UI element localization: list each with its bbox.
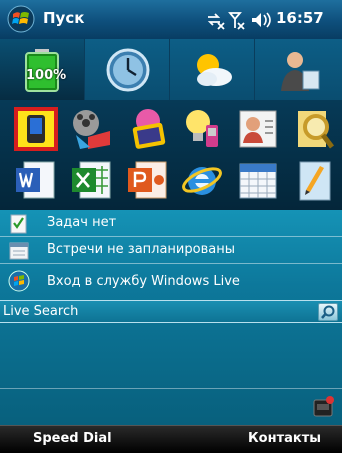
tab-battery[interactable]: 100% (0, 39, 85, 100)
tasks-item[interactable]: Задач нет (0, 210, 342, 237)
contacts-icon (281, 52, 320, 91)
start-flag-icon[interactable] (7, 5, 35, 33)
weather-icon (197, 54, 232, 86)
windows-live-text: Вход в службу Windows Live (47, 274, 240, 289)
tab-contacts[interactable] (255, 39, 342, 100)
media-icon[interactable] (70, 107, 114, 151)
tasks-icon (10, 214, 27, 234)
softkey-bar: Speed Dial Контакты (0, 425, 342, 453)
status-icons[interactable] (206, 9, 276, 31)
calendar-icon[interactable] (236, 158, 280, 202)
word-icon[interactable] (14, 158, 58, 202)
excel-icon[interactable] (70, 158, 114, 202)
speed-dial-button[interactable]: Speed Dial (33, 431, 112, 446)
tab-clock[interactable] (85, 39, 170, 100)
volume-icon (252, 12, 271, 28)
windows-live-item[interactable]: Вход в службу Windows Live (0, 264, 342, 298)
notes-icon[interactable] (292, 158, 336, 202)
appointments-item[interactable]: Встречи не запланированы (0, 237, 342, 264)
tab-weather[interactable] (170, 39, 255, 100)
clock-icon (106, 48, 150, 92)
live-search-input[interactable]: Live Search (3, 304, 78, 319)
divider (0, 388, 342, 389)
windows-live-icon (8, 270, 30, 292)
today-panel: Задач нет Встречи не запланированы Вход … (0, 210, 342, 425)
pda-icon[interactable] (14, 107, 58, 151)
clock-time[interactable]: 16:57 (276, 9, 324, 27)
contacts-button[interactable]: Контакты (248, 431, 321, 446)
photos-icon[interactable] (126, 107, 170, 151)
internet-explorer-icon[interactable] (180, 158, 224, 202)
tips-icon[interactable] (180, 107, 224, 151)
start-menu-label[interactable]: Пуск (43, 9, 84, 27)
connectivity-icon (207, 13, 225, 30)
search-button[interactable] (318, 303, 338, 321)
tasks-text: Задач нет (47, 215, 117, 230)
launcher-grid (0, 100, 342, 210)
live-search-bar[interactable]: Live Search (0, 300, 342, 323)
ram-icon[interactable] (312, 396, 334, 418)
appointments-text: Встречи не запланированы (47, 242, 235, 257)
signal-off-icon (228, 12, 245, 30)
powerpoint-icon[interactable] (126, 158, 170, 202)
title-bar: Пуск 16:57 (0, 0, 342, 39)
battery-percent: 100% (26, 68, 67, 83)
search-icon[interactable] (292, 107, 336, 151)
contacts-card-icon[interactable] (236, 107, 280, 151)
magnifier-icon (321, 305, 335, 319)
calendar-small-icon (9, 242, 29, 260)
today-tabs: 100% (0, 39, 342, 100)
